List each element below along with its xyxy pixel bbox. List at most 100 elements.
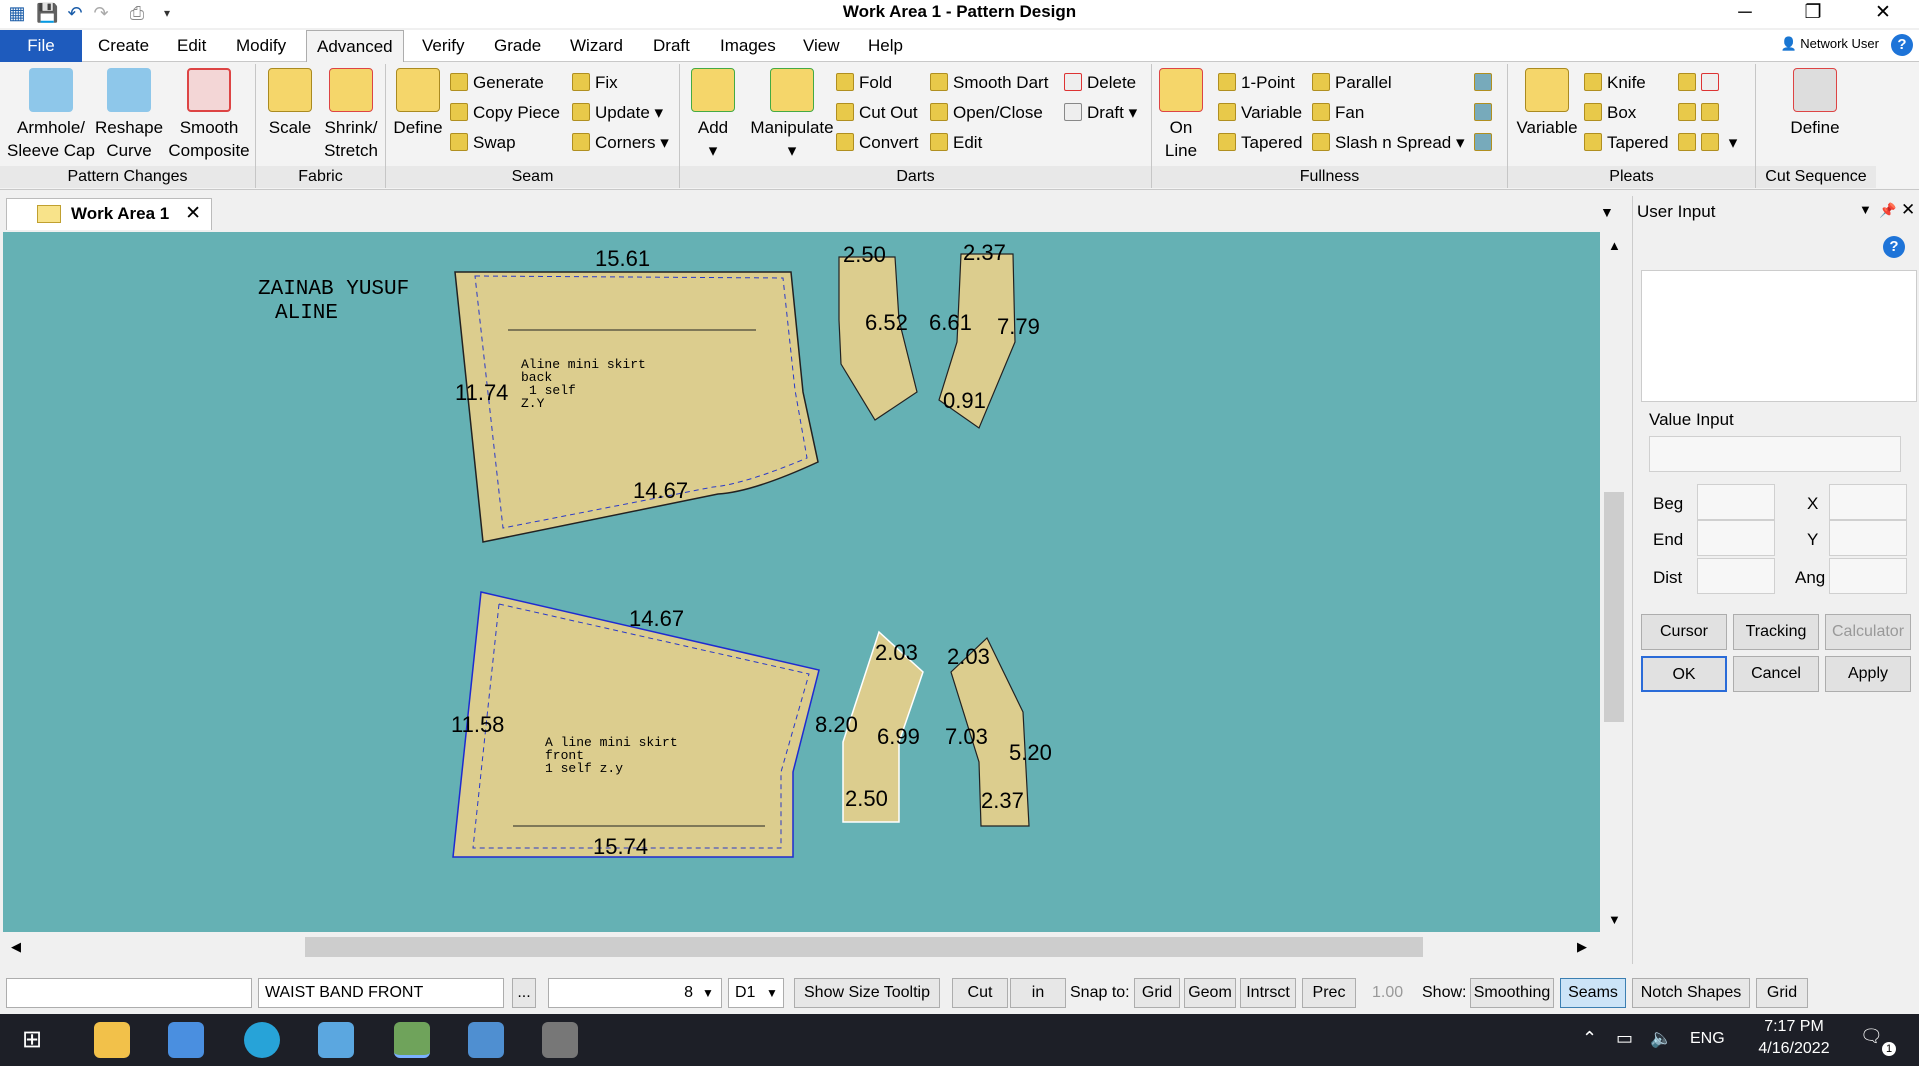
ok-button[interactable]: OK: [1641, 656, 1727, 692]
help-icon[interactable]: ?: [1891, 34, 1913, 56]
panel-dropdown-icon[interactable]: ▼: [1859, 202, 1872, 217]
fullness-extra-2[interactable]: [1474, 100, 1497, 126]
pin-icon[interactable]: 📌: [1879, 202, 1896, 219]
scroll-right-icon[interactable]: ▶: [1577, 939, 1587, 955]
dist-field[interactable]: [1697, 558, 1775, 594]
smooth-dart-button[interactable]: Smooth Dart: [930, 70, 1048, 96]
box-button[interactable]: Box: [1584, 100, 1636, 126]
cut-button[interactable]: Cut: [952, 978, 1008, 1008]
browse-button[interactable]: ...: [512, 978, 536, 1008]
snap-prec-button[interactable]: Prec: [1302, 978, 1356, 1008]
beg-field[interactable]: [1697, 484, 1775, 520]
vertical-scrollbar[interactable]: ▲ ▼: [1600, 232, 1628, 932]
snap-intrsct-button[interactable]: Intrsct: [1240, 978, 1296, 1008]
back-facing-left[interactable]: [838, 256, 918, 421]
start-icon[interactable]: ⊞: [22, 1026, 50, 1054]
swap-button[interactable]: Swap: [450, 130, 516, 156]
language-indicator[interactable]: ENG: [1690, 1030, 1725, 1048]
menu-draft[interactable]: Draft: [643, 30, 700, 62]
on-line-button[interactable]: On Line: [1156, 68, 1206, 162]
tapered-pleat-button[interactable]: Tapered: [1584, 130, 1668, 156]
network-user[interactable]: 👤 Network User: [1780, 36, 1879, 52]
shrink-stretch-button[interactable]: Shrink/ Stretch: [318, 68, 384, 162]
tab-list-dropdown-icon[interactable]: ▼: [1600, 204, 1614, 220]
show-seams-button[interactable]: Seams: [1560, 978, 1626, 1008]
panel-help-icon[interactable]: ?: [1883, 236, 1905, 258]
scale-button[interactable]: Scale: [262, 68, 318, 139]
horizontal-scroll-thumb[interactable]: [305, 937, 1423, 957]
draft-dart-button[interactable]: Draft ▾: [1064, 100, 1137, 126]
fullness-extra-3[interactable]: [1474, 130, 1497, 156]
file-explorer-icon[interactable]: [94, 1022, 130, 1058]
status-field-1[interactable]: [6, 978, 252, 1008]
restore-icon[interactable]: ❐: [1784, 0, 1842, 28]
manipulate-button[interactable]: Manipulate ▾: [742, 68, 842, 162]
add-dart-button[interactable]: Add ▾: [682, 68, 744, 162]
accumark-icon[interactable]: [468, 1022, 504, 1058]
calculator-button[interactable]: Calculator: [1825, 614, 1911, 650]
scroll-up-icon[interactable]: ▲: [1608, 238, 1621, 253]
unit-button[interactable]: in: [1010, 978, 1066, 1008]
size-dropdown-icon[interactable]: ▼: [702, 986, 714, 1000]
minimize-icon[interactable]: ─: [1716, 0, 1774, 28]
armhole-sleeve-cap-button[interactable]: Armhole/ Sleeve Cap: [6, 68, 96, 162]
open-close-button[interactable]: Open/Close: [930, 100, 1043, 126]
tab-work-area-1[interactable]: Work Area 1 ✕: [6, 198, 212, 230]
menu-view[interactable]: View: [793, 30, 850, 62]
knife-button[interactable]: Knife: [1584, 70, 1646, 96]
menu-create[interactable]: Create: [88, 30, 159, 62]
vertical-scroll-thumb[interactable]: [1604, 492, 1624, 722]
menu-wizard[interactable]: Wizard: [560, 30, 633, 62]
show-size-tooltip-button[interactable]: Show Size Tooltip: [794, 978, 940, 1008]
menu-grade[interactable]: Grade: [484, 30, 551, 62]
parallel-button[interactable]: Parallel: [1312, 70, 1392, 96]
pleat-extra-2[interactable]: [1678, 100, 1724, 126]
fan-button[interactable]: Fan: [1312, 100, 1364, 126]
variable-pleat-button[interactable]: Variable: [1510, 68, 1584, 139]
menu-edit[interactable]: Edit: [167, 30, 216, 62]
menu-help[interactable]: Help: [858, 30, 913, 62]
convert-button[interactable]: Convert: [836, 130, 919, 156]
edit-dart-button[interactable]: Edit: [930, 130, 982, 156]
edge-icon[interactable]: [244, 1022, 280, 1058]
generate-button[interactable]: Generate: [450, 70, 544, 96]
pattern-design-icon[interactable]: [394, 1022, 430, 1058]
work-area-canvas[interactable]: ZAINAB YUSUF ALINE Aline mini skirt back…: [3, 232, 1600, 932]
scroll-left-icon[interactable]: ◀: [11, 939, 21, 955]
clock-time[interactable]: 7:17 PM: [1752, 1018, 1836, 1036]
cut-out-button[interactable]: Cut Out: [836, 100, 918, 126]
snap-grid-button[interactable]: Grid: [1134, 978, 1180, 1008]
apply-button[interactable]: Apply: [1825, 656, 1911, 692]
cloud-app-icon[interactable]: [318, 1022, 354, 1058]
reshape-curve-button[interactable]: Reshape Curve: [92, 68, 166, 162]
menu-verify[interactable]: Verify: [412, 30, 475, 62]
menu-file[interactable]: File: [0, 30, 82, 62]
fold-button[interactable]: Fold: [836, 70, 892, 96]
snap-geom-button[interactable]: Geom: [1184, 978, 1236, 1008]
menu-advanced[interactable]: Advanced: [306, 30, 404, 62]
define-cut-sequence-button[interactable]: Define: [1770, 68, 1860, 139]
tray-chevron-icon[interactable]: ⌃: [1582, 1028, 1597, 1049]
horizontal-scrollbar[interactable]: ◀ ▶: [3, 933, 1600, 961]
value-input-field[interactable]: [1649, 436, 1901, 472]
volume-icon[interactable]: 🔈: [1650, 1028, 1672, 1049]
smooth-composite-button[interactable]: Smooth Composite: [164, 68, 254, 162]
ang-field[interactable]: [1829, 558, 1907, 594]
update-button[interactable]: Update ▾: [572, 100, 663, 126]
copy-piece-button[interactable]: Copy Piece: [450, 100, 560, 126]
d1-dropdown-icon[interactable]: ▼: [766, 986, 778, 1000]
tapered-fullness-button[interactable]: Tapered: [1218, 130, 1302, 156]
tab-close-icon[interactable]: ✕: [185, 199, 201, 229]
menu-modify[interactable]: Modify: [226, 30, 296, 62]
scroll-down-icon[interactable]: ▼: [1608, 912, 1621, 927]
pleat-extra-3[interactable]: ▾: [1678, 130, 1737, 156]
cursor-button[interactable]: Cursor: [1641, 614, 1727, 650]
delete-dart-button[interactable]: Delete: [1064, 70, 1136, 96]
size-select[interactable]: 8: [548, 978, 722, 1008]
pleat-extra-1[interactable]: [1678, 70, 1724, 96]
front-skirt-piece[interactable]: [452, 591, 820, 858]
store-icon[interactable]: [168, 1022, 204, 1058]
piece-name-field[interactable]: WAIST BAND FRONT: [258, 978, 504, 1008]
tracking-button[interactable]: Tracking: [1733, 614, 1819, 650]
network-icon[interactable]: ▭: [1616, 1028, 1633, 1049]
